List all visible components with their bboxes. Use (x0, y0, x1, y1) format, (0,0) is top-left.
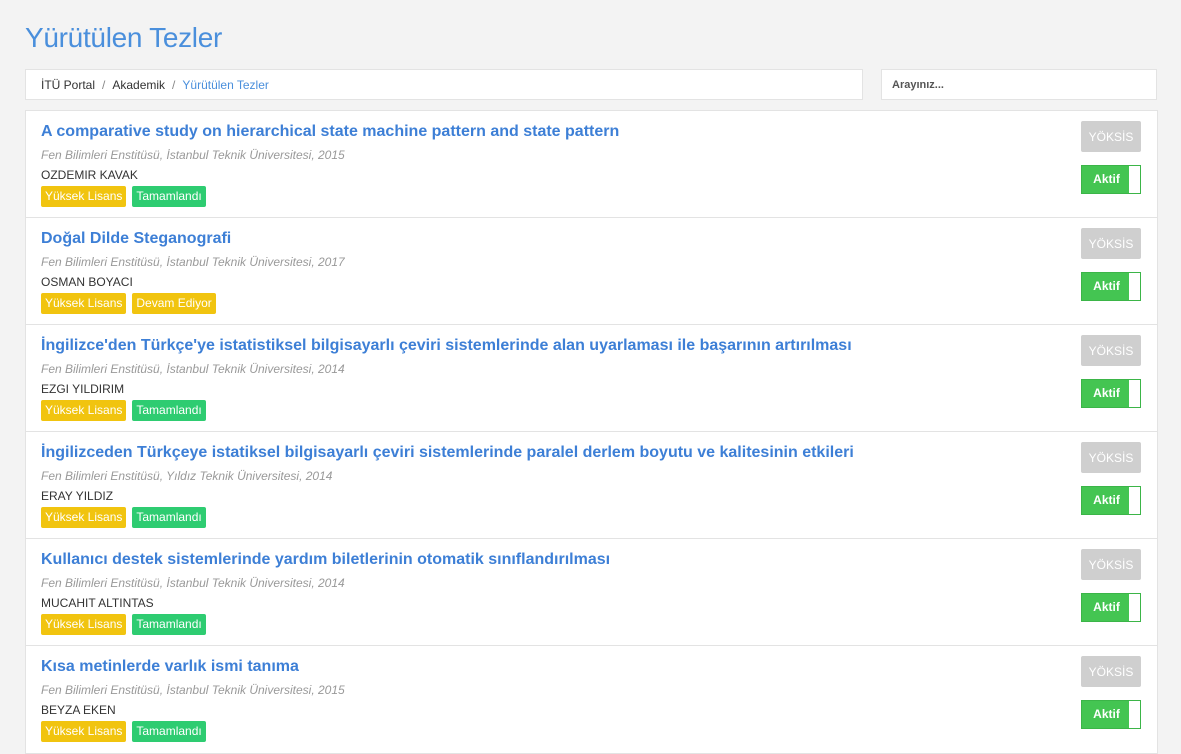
thesis-author: MUCAHIT ALTINTAS (41, 596, 154, 610)
active-toggle[interactable]: Aktif (1081, 379, 1141, 408)
level-badge: Yüksek Lisans (41, 721, 127, 742)
thesis-meta: Fen Bilimleri Enstitüsü, İstanbul Teknik… (41, 576, 345, 590)
thesis-badges: Yüksek Lisans Tamamlandı (41, 507, 206, 528)
thesis-title-link[interactable]: Kısa metinlerde varlık ismi tanıma (41, 658, 299, 676)
active-toggle[interactable]: Aktif (1081, 700, 1141, 729)
toggle-label: Aktif (1093, 600, 1120, 614)
yoksis-button[interactable]: YÖKSİS (1081, 121, 1141, 152)
level-badge: Yüksek Lisans (41, 186, 127, 207)
breadcrumb: İTÜ Portal / Akademik / Yürütülen Tezler (25, 69, 863, 100)
toggle-label: Aktif (1093, 386, 1120, 400)
thesis-item: A comparative study on hierarchical stat… (26, 111, 1157, 218)
toggle-label: Aktif (1093, 707, 1120, 721)
thesis-item: Kullanıcı destek sistemlerinde yardım bi… (26, 539, 1157, 646)
breadcrumb-current: Yürütülen Tezler (182, 77, 269, 92)
level-badge: Yüksek Lisans (41, 293, 127, 314)
thesis-title-link[interactable]: İngilizceden Türkçeye istatiksel bilgisa… (41, 444, 854, 462)
level-badge: Yüksek Lisans (41, 507, 127, 528)
thesis-author: EZGI YILDIRIM (41, 382, 125, 396)
toggle-knob (1129, 487, 1140, 514)
thesis-badges: Yüksek Lisans Tamamlandı (41, 721, 206, 742)
thesis-author: OZDEMIR KAVAK (41, 168, 138, 182)
status-badge: Tamamlandı (132, 186, 206, 207)
yoksis-button[interactable]: YÖKSİS (1081, 442, 1141, 473)
thesis-meta: Fen Bilimleri Enstitüsü, İstanbul Teknik… (41, 683, 345, 697)
thesis-meta: Fen Bilimleri Enstitüsü, İstanbul Teknik… (41, 148, 345, 162)
breadcrumb-separator: / (102, 77, 106, 92)
toggle-label: Aktif (1093, 493, 1120, 507)
active-toggle[interactable]: Aktif (1081, 593, 1141, 622)
breadcrumb-item-akademik[interactable]: Akademik (112, 78, 165, 92)
active-toggle[interactable]: Aktif (1081, 486, 1141, 515)
toggle-knob (1129, 701, 1140, 728)
page: Yürütülen Tezler İTÜ Portal / Akademik /… (0, 0, 1181, 754)
yoksis-button[interactable]: YÖKSİS (1081, 549, 1141, 580)
thesis-badges: Yüksek Lisans Tamamlandı (41, 614, 206, 635)
thesis-badges: Yüksek Lisans Tamamlandı (41, 186, 206, 207)
status-badge: Tamamlandı (132, 721, 206, 742)
thesis-item: İngilizceden Türkçeye istatiksel bilgisa… (26, 432, 1157, 539)
thesis-item: Doğal Dilde Steganografi Fen Bilimleri En… (26, 218, 1157, 325)
thesis-item: Kısa metinlerde varlık ismi tanıma Fen Bi… (26, 646, 1157, 753)
status-badge: Devam Ediyor (132, 293, 216, 314)
toggle-label: Aktif (1093, 172, 1120, 186)
thesis-badges: Yüksek Lisans Devam Ediyor (41, 293, 216, 314)
page-title: Yürütülen Tezler (25, 22, 223, 53)
active-toggle[interactable]: Aktif (1081, 165, 1141, 194)
yoksis-button[interactable]: YÖKSİS (1081, 335, 1141, 366)
toggle-knob (1129, 166, 1140, 193)
thesis-author: BEYZA EKEN (41, 703, 116, 717)
yoksis-button[interactable]: YÖKSİS (1081, 656, 1141, 687)
status-badge: Tamamlandı (132, 614, 206, 635)
search-input[interactable] (881, 69, 1157, 100)
thesis-author: ERAY YILDIZ (41, 489, 114, 503)
thesis-meta: Fen Bilimleri Enstitüsü, Yıldız Teknik Ü… (41, 469, 333, 483)
thesis-list: A comparative study on hierarchical stat… (25, 110, 1158, 754)
status-badge: Tamamlandı (132, 400, 206, 421)
thesis-author: OSMAN BOYACI (41, 275, 133, 289)
level-badge: Yüksek Lisans (41, 614, 127, 635)
thesis-title-link[interactable]: A comparative study on hierarchical stat… (41, 123, 619, 141)
thesis-badges: Yüksek Lisans Tamamlandı (41, 400, 206, 421)
thesis-meta: Fen Bilimleri Enstitüsü, İstanbul Teknik… (41, 362, 345, 376)
breadcrumb-separator: / (172, 77, 176, 92)
breadcrumb-item-portal[interactable]: İTÜ Portal (41, 78, 95, 92)
toggle-knob (1129, 594, 1140, 621)
yoksis-button[interactable]: YÖKSİS (1081, 228, 1141, 259)
status-badge: Tamamlandı (132, 507, 206, 528)
active-toggle[interactable]: Aktif (1081, 272, 1141, 301)
thesis-item: İngilizce'den Türkçe'ye istatistiksel bi… (26, 325, 1157, 432)
thesis-title-link[interactable]: İngilizce'den Türkçe'ye istatistiksel bi… (41, 337, 852, 355)
thesis-meta: Fen Bilimleri Enstitüsü, İstanbul Teknik… (41, 255, 345, 269)
toggle-knob (1129, 380, 1140, 407)
toggle-knob (1129, 273, 1140, 300)
thesis-title-link[interactable]: Kullanıcı destek sistemlerinde yardım bi… (41, 551, 610, 569)
thesis-title-link[interactable]: Doğal Dilde Steganografi (41, 230, 231, 248)
level-badge: Yüksek Lisans (41, 400, 127, 421)
toggle-label: Aktif (1093, 279, 1120, 293)
